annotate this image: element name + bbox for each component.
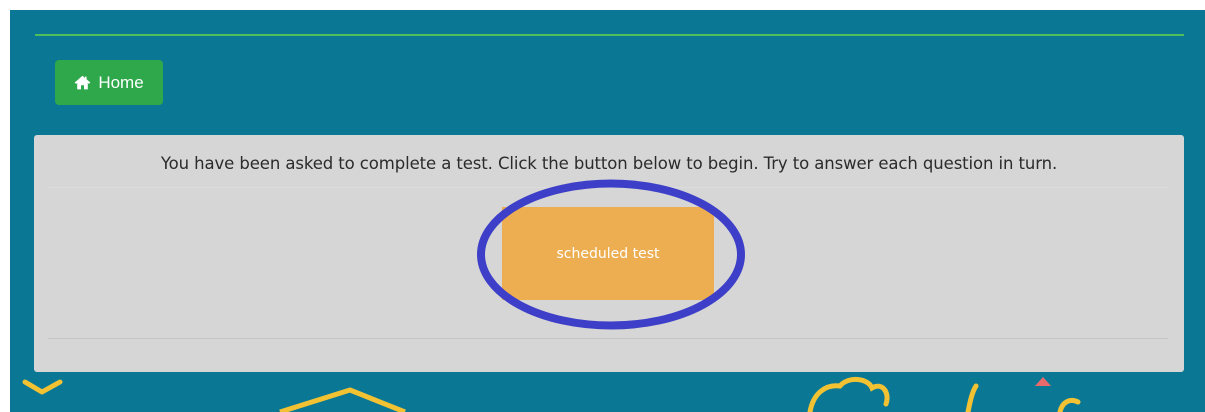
instruction-text: You have been asked to complete a test. … [160,154,1058,173]
home-button-label: Home [98,72,144,92]
panel-divider-top [48,187,1168,188]
decorative-doodles [22,377,1081,412]
home-button[interactable]: Home [55,60,163,105]
scheduled-test-button-label: scheduled test [556,245,660,262]
test-panel: You have been asked to complete a test. … [34,135,1184,372]
scheduled-test-button[interactable]: scheduled test [502,207,714,300]
home-icon [74,75,91,90]
panel-divider-bottom [48,338,1168,339]
top-divider [35,34,1184,36]
page-background: Home You have been asked to complete a t… [10,10,1205,412]
